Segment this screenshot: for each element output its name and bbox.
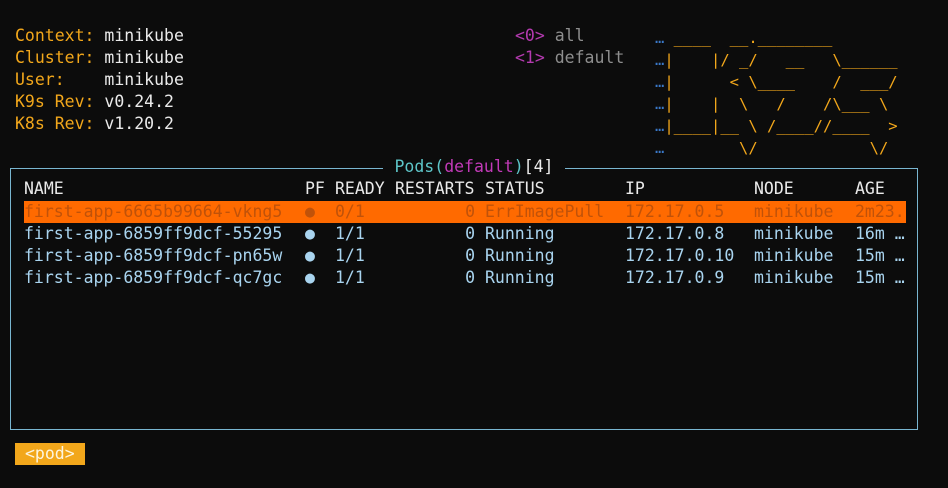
pod-restarts: 0 [465,268,475,287]
pod-node: minikube [754,202,834,221]
pod-ip: 172.17.0.5 [625,202,725,221]
cluster-label: Cluster: [15,48,95,67]
view-resource: Pods [394,157,435,176]
user-label: User: [15,70,65,89]
column-header-age[interactable]: AGE [855,178,906,200]
view-title: Pods(default)[4] [0,156,948,178]
pod-restarts: 0 [465,202,475,221]
pod-status: Running [485,268,555,287]
table-row[interactable]: first-app-6859ff9dcf-55295 ● 1/1 0 Runni… [24,223,906,245]
k9s-logo: … ____ __.________ …| |/ _/ __ \______ …… [655,29,898,157]
pod-restarts: 0 [465,246,475,265]
breadcrumb-pod[interactable]: <pod> [15,443,85,465]
port-forward-indicator: ● [305,246,315,265]
pod-age: 15m … [855,246,905,265]
pod-ready: 0/1 [335,202,365,221]
pod-node: minikube [754,268,834,287]
user-value: minikube [104,70,184,89]
pod-ip: 172.17.0.8 [625,224,725,243]
table-row[interactable]: first-app-6859ff9dcf-pn65w ● 1/1 0 Runni… [24,245,906,267]
pod-age: 16m … [855,224,905,243]
pod-age: 15m … [855,268,905,287]
pod-name: first-app-6859ff9dcf-qc7gc [24,268,283,287]
pod-ready: 1/1 [335,224,365,243]
pod-ip: 172.17.0.9 [625,268,725,287]
pod-node: minikube [754,224,834,243]
column-header-ready[interactable]: READY [335,178,385,200]
pod-node: minikube [754,246,834,265]
pod-age: 2m23. [855,202,905,221]
view-count: [4] [523,157,554,176]
port-forward-indicator: ● [305,202,315,221]
pod-status: Running [485,224,555,243]
namespace-shortcuts: <0> all <1> default [515,3,624,69]
pod-ready: 1/1 [335,268,365,287]
table-row[interactable]: first-app-6665b99664-vkng5 ● 0/1 0 ErrIm… [24,201,906,223]
pod-status: ErrImagePull [485,202,605,221]
namespace-shortcut-default[interactable]: <1> default [515,48,624,67]
pod-name: first-app-6665b99664-vkng5 [24,202,283,221]
k8s-rev-label: K8s Rev: [15,114,95,133]
column-header-pf[interactable]: PF [305,178,325,200]
pod-ready: 1/1 [335,246,365,265]
k9s-rev-label: K9s Rev: [15,92,95,111]
context-label: Context: [15,26,95,45]
pod-ip: 172.17.0.10 [625,246,735,265]
cluster-value: minikube [104,48,184,67]
pod-name: first-app-6859ff9dcf-55295 [24,224,283,243]
column-header-restarts[interactable]: RESTARTS [395,178,474,200]
column-header-name[interactable]: NAME [24,178,64,200]
pod-restarts: 0 [465,224,475,243]
pod-name: first-app-6859ff9dcf-pn65w [24,246,283,265]
view-namespace: default [444,157,514,176]
cluster-info: Context: minikube Cluster: minikube User… [15,3,184,135]
column-header-node[interactable]: NODE [754,178,794,200]
pod-status: Running [485,246,555,265]
port-forward-indicator: ● [305,268,315,287]
port-forward-indicator: ● [305,224,315,243]
table-header: NAME PF READY RESTARTS STATUS IP NODE AG… [24,178,906,200]
column-header-status[interactable]: STATUS [485,178,545,200]
namespace-shortcut-all[interactable]: <0> all [515,26,585,45]
k8s-rev-value: v1.20.2 [104,114,174,133]
table-row[interactable]: first-app-6859ff9dcf-qc7gc ● 1/1 0 Runni… [24,267,906,289]
context-value: minikube [104,26,184,45]
k9s-rev-value: v0.24.2 [104,92,174,111]
column-header-ip[interactable]: IP [625,178,645,200]
